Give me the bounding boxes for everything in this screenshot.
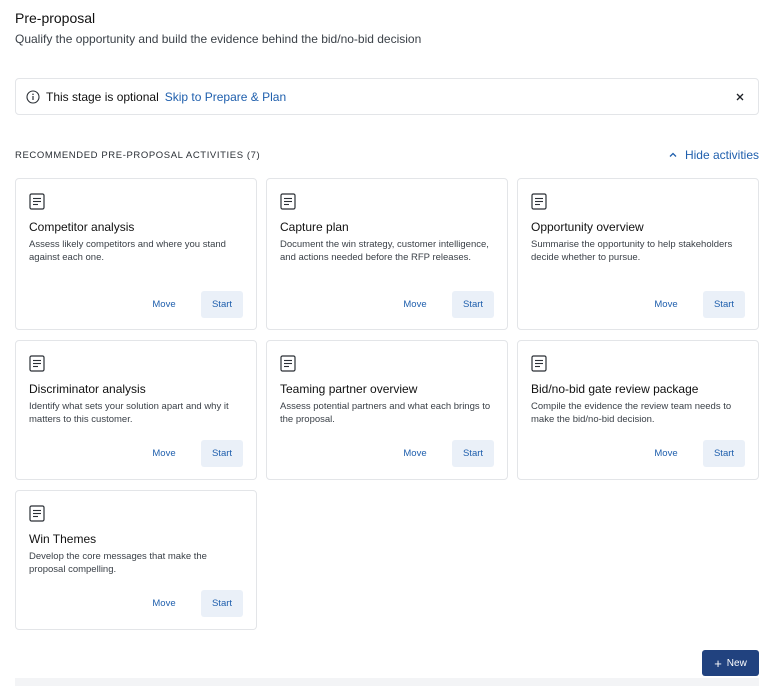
chevron-up-icon	[667, 149, 679, 161]
move-button[interactable]: Move	[645, 440, 687, 467]
activity-description: Document the win strategy, customer inte…	[280, 239, 489, 263]
document-icon	[29, 505, 45, 522]
start-button[interactable]: Start	[452, 440, 494, 467]
document-icon	[29, 355, 45, 372]
skip-stage-link[interactable]: Skip to Prepare & Plan	[165, 90, 286, 104]
activity-title: Capture plan	[280, 220, 349, 234]
page-subtitle: Qualify the opportunity and build the ev…	[15, 32, 422, 46]
activity-description: Assess potential partners and what each …	[280, 401, 491, 425]
document-icon	[280, 193, 296, 210]
plus-icon: +	[714, 655, 722, 671]
new-button-label: New	[726, 657, 747, 669]
start-button[interactable]: Start	[201, 440, 243, 467]
start-button[interactable]: Start	[452, 291, 494, 318]
activity-title: Opportunity overview	[531, 220, 644, 234]
move-button[interactable]: Move	[394, 440, 436, 467]
move-button[interactable]: Move	[143, 291, 185, 318]
document-icon	[280, 355, 296, 372]
start-button[interactable]: Start	[703, 291, 745, 318]
activity-card: Discriminator analysis Identify what set…	[15, 340, 257, 480]
activity-card: Bid/no-bid gate review package Compile t…	[517, 340, 759, 480]
page-header: Pre-proposal Qualify the opportunity and…	[15, 9, 421, 47]
close-banner-button[interactable]	[732, 89, 748, 105]
footer-strip	[15, 678, 759, 686]
activity-description: Develop the core messages that make the …	[29, 551, 207, 575]
start-button[interactable]: Start	[201, 590, 243, 617]
hide-activities-label: Hide activities	[684, 148, 759, 162]
activity-description: Assess likely competitors and where you …	[29, 239, 226, 263]
activity-card: Win Themes Develop the core messages tha…	[15, 490, 257, 630]
activity-card: Teaming partner overview Assess potentia…	[266, 340, 508, 480]
move-button[interactable]: Move	[394, 291, 436, 318]
move-button[interactable]: Move	[143, 590, 185, 617]
move-button[interactable]: Move	[143, 440, 185, 467]
close-icon	[736, 93, 744, 101]
activity-card: Opportunity overview Summarise the oppor…	[517, 178, 759, 330]
document-icon	[531, 355, 547, 372]
activity-description: Summarise the opportunity to help stakeh…	[531, 239, 733, 263]
optional-stage-banner: This stage is optional Skip to Prepare &…	[15, 78, 759, 115]
activity-card: Competitor analysis Assess likely compet…	[15, 178, 257, 330]
banner-text: This stage is optional	[46, 89, 159, 104]
document-icon	[531, 193, 547, 210]
info-icon	[26, 89, 40, 104]
activity-title: Bid/no-bid gate review package	[531, 382, 699, 396]
new-button[interactable]: + New	[702, 650, 759, 676]
activity-description: Compile the evidence the review team nee…	[531, 401, 732, 425]
section-title: RECOMMENDED PRE-PROPOSAL ACTIVITIES (7)	[15, 150, 261, 161]
activity-title: Win Themes	[29, 532, 97, 546]
activity-card: Capture plan Document the win strategy, …	[266, 178, 508, 330]
page-title: Pre-proposal	[15, 10, 96, 26]
start-button[interactable]: Start	[201, 291, 243, 318]
document-icon	[29, 193, 45, 210]
hide-activities-button[interactable]: Hide activities	[667, 148, 759, 162]
activity-title: Teaming partner overview	[280, 382, 418, 396]
move-button[interactable]: Move	[645, 291, 687, 318]
activity-title: Discriminator analysis	[29, 382, 146, 396]
activity-description: Identify what sets your solution apart a…	[29, 401, 229, 425]
activity-title: Competitor analysis	[29, 220, 135, 234]
start-button[interactable]: Start	[703, 440, 745, 467]
activities-section-header: RECOMMENDED PRE-PROPOSAL ACTIVITIES (7) …	[15, 148, 759, 163]
